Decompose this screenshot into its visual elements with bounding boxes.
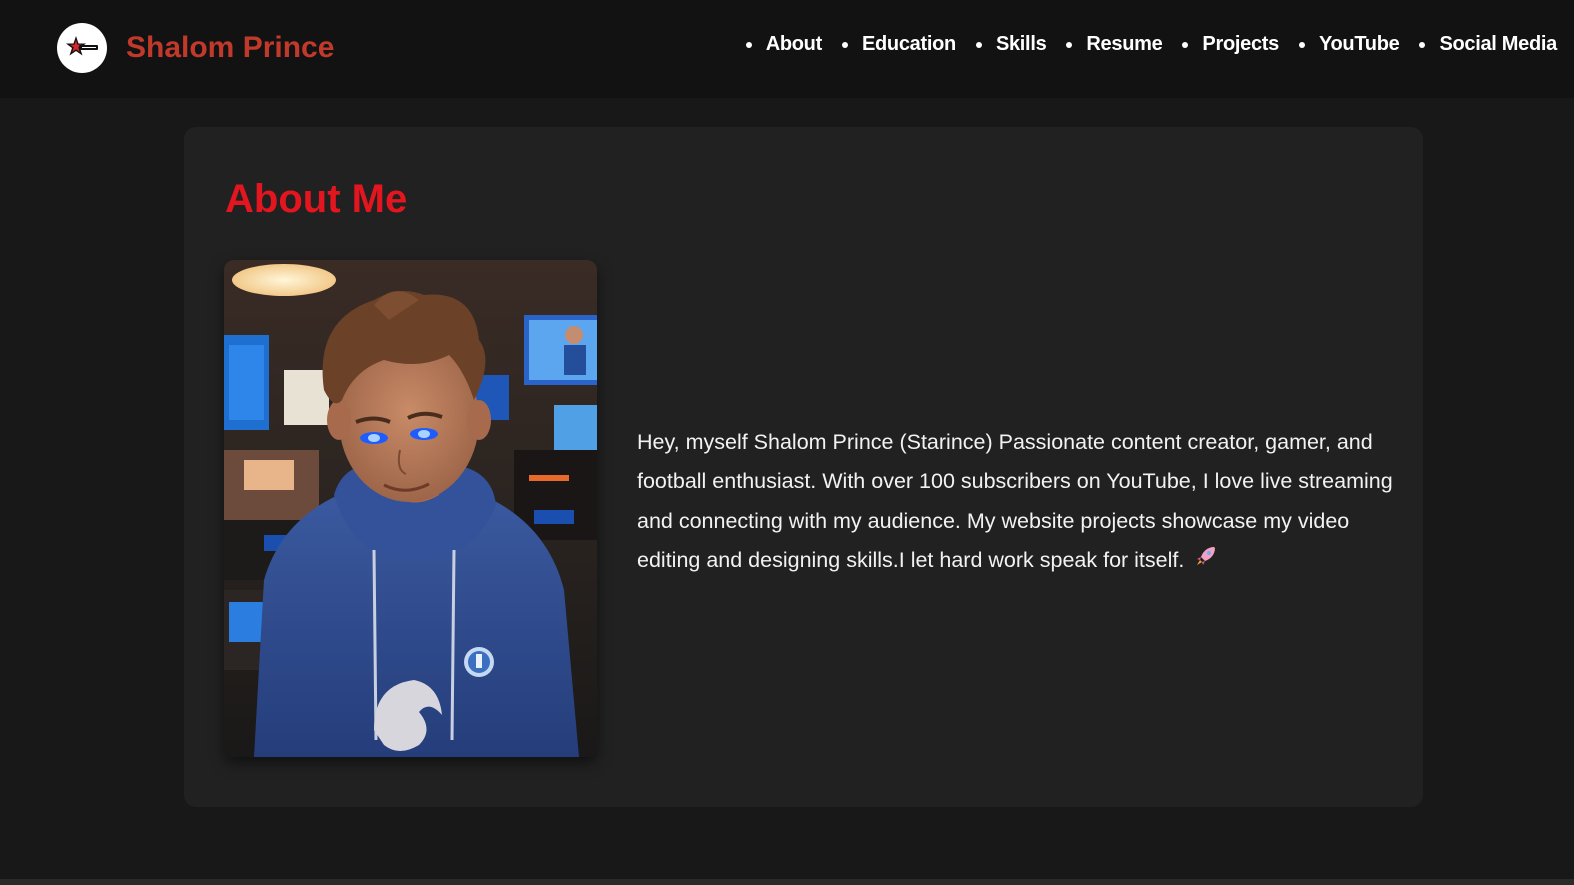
section-title: About Me (225, 177, 408, 221)
nav-link-education[interactable]: Education (862, 33, 956, 56)
starince-logo-icon[interactable] (57, 23, 107, 73)
bullet-icon (975, 41, 982, 48)
navbar: Shalom Prince About Education Skills Res… (0, 0, 1574, 98)
nav-item-about: About (745, 33, 823, 56)
about-section: About Me Hey, myself Shalom Prince (Star… (184, 127, 1423, 807)
rocket-icon (1194, 542, 1218, 581)
bio-content: Hey, myself Shalom Prince (Starince) Pas… (637, 430, 1393, 572)
bullet-icon (1182, 41, 1189, 48)
nav-item-skills: Skills (975, 33, 1047, 56)
profile-illustration (224, 260, 597, 757)
nav-item-youtube: YouTube (1298, 33, 1400, 56)
brand-name[interactable]: Shalom Prince (126, 31, 334, 65)
nav-item-education: Education (841, 33, 956, 56)
nav-item-projects: Projects (1182, 33, 1279, 56)
brand[interactable]: Shalom Prince (57, 23, 334, 73)
bullet-icon (1419, 41, 1426, 48)
bullet-icon (1066, 41, 1073, 48)
bullet-icon (841, 41, 848, 48)
nav-item-resume: Resume (1066, 33, 1163, 56)
nav-link-projects[interactable]: Projects (1202, 33, 1279, 56)
bio-text: Hey, myself Shalom Prince (Starince) Pas… (637, 423, 1397, 581)
page-bottom-edge (0, 879, 1574, 885)
nav-link-about[interactable]: About (766, 33, 823, 56)
nav-link-skills[interactable]: Skills (996, 33, 1047, 56)
nav-link-youtube[interactable]: YouTube (1319, 33, 1400, 56)
bullet-icon (745, 41, 752, 48)
nav-link-resume[interactable]: Resume (1086, 33, 1162, 56)
main-nav: About Education Skills Resume Projects Y… (726, 33, 1557, 56)
bullet-icon (1298, 41, 1305, 48)
profile-photo (224, 260, 597, 757)
nav-item-social-media: Social Media (1419, 33, 1557, 56)
nav-link-social-media[interactable]: Social Media (1439, 33, 1557, 56)
